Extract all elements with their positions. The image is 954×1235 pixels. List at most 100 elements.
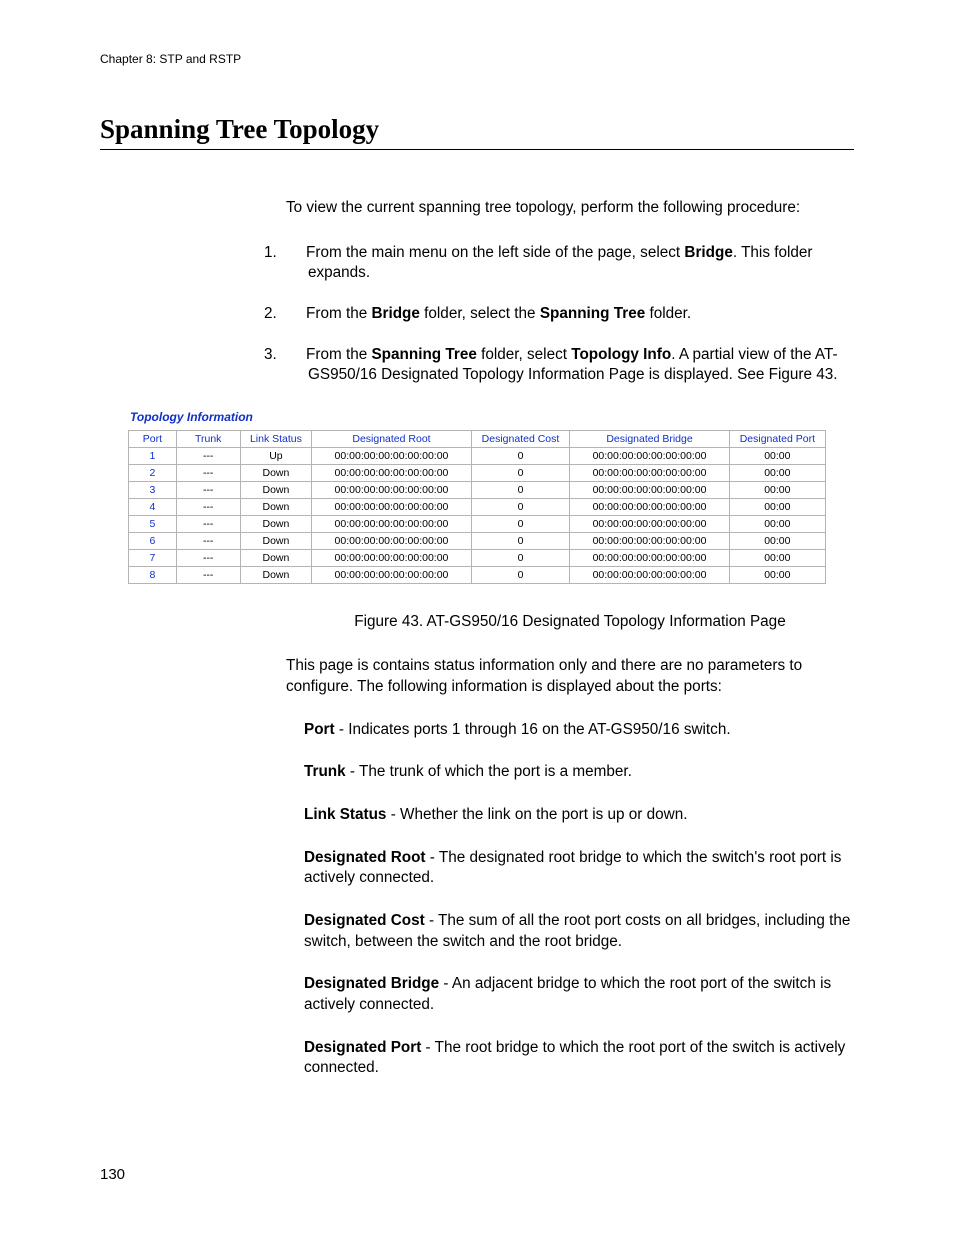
step-text: From the: [306, 346, 371, 363]
figure-caption: Figure 43. AT-GS950/16 Designated Topolo…: [286, 612, 854, 633]
cell-bridge: 00:00:00:00:00:00:00:00: [570, 464, 729, 481]
cell-cost: 0: [471, 549, 570, 566]
cell-trunk: ---: [176, 464, 240, 481]
cell-root: 00:00:00:00:00:00:00:00: [312, 464, 471, 481]
th-link: Link Status: [240, 430, 312, 447]
cell-port: 3: [129, 481, 177, 498]
th-dport: Designated Port: [729, 430, 825, 447]
step-text: folder, select: [477, 346, 571, 363]
th-port: Port: [129, 430, 177, 447]
step-text: From the main menu on the left side of t…: [306, 244, 684, 261]
desc-port: Port - Indicates ports 1 through 16 on t…: [286, 720, 854, 741]
desc-label: Link Status: [304, 806, 386, 823]
cell-bridge: 00:00:00:00:00:00:00:00: [570, 481, 729, 498]
cell-port: 4: [129, 498, 177, 515]
table-row: 7 --- Down 00:00:00:00:00:00:00:00 0 00:…: [129, 549, 826, 566]
cell-link: Down: [240, 515, 312, 532]
cell-bridge: 00:00:00:00:00:00:00:00: [570, 498, 729, 515]
step-bold: Spanning Tree: [540, 305, 645, 322]
figure-title: Topology Information: [128, 410, 826, 424]
step-2: 2.From the Bridge folder, select the Spa…: [286, 304, 854, 325]
cell-root: 00:00:00:00:00:00:00:00: [312, 447, 471, 464]
section-title: Spanning Tree Topology: [100, 114, 854, 150]
topology-table: Port Trunk Link Status Designated Root D…: [128, 430, 826, 584]
desc-text: - The trunk of which the port is a membe…: [346, 763, 632, 780]
cell-trunk: ---: [176, 447, 240, 464]
cell-cost: 0: [471, 464, 570, 481]
table-row: 4 --- Down 00:00:00:00:00:00:00:00 0 00:…: [129, 498, 826, 515]
table-row: 2 --- Down 00:00:00:00:00:00:00:00 0 00:…: [129, 464, 826, 481]
cell-trunk: ---: [176, 532, 240, 549]
desc-label: Port: [304, 721, 335, 738]
step-number: 1.: [286, 243, 306, 264]
cell-port: 8: [129, 566, 177, 583]
cell-cost: 0: [471, 566, 570, 583]
cell-bridge: 00:00:00:00:00:00:00:00: [570, 515, 729, 532]
desc-label: Designated Cost: [304, 912, 425, 929]
cell-dport: 00:00: [729, 498, 825, 515]
cell-port: 5: [129, 515, 177, 532]
cell-root: 00:00:00:00:00:00:00:00: [312, 566, 471, 583]
desc-label: Designated Bridge: [304, 975, 439, 992]
cell-trunk: ---: [176, 515, 240, 532]
intro-text: To view the current spanning tree topolo…: [286, 198, 854, 219]
table-row: 1 --- Up 00:00:00:00:00:00:00:00 0 00:00…: [129, 447, 826, 464]
desc-intro: This page is contains status information…: [286, 656, 854, 697]
cell-link: Down: [240, 532, 312, 549]
cell-dport: 00:00: [729, 447, 825, 464]
cell-trunk: ---: [176, 498, 240, 515]
step-bold: Bridge: [684, 244, 732, 261]
cell-root: 00:00:00:00:00:00:00:00: [312, 481, 471, 498]
cell-root: 00:00:00:00:00:00:00:00: [312, 549, 471, 566]
cell-root: 00:00:00:00:00:00:00:00: [312, 532, 471, 549]
cell-dport: 00:00: [729, 549, 825, 566]
cell-link: Down: [240, 566, 312, 583]
desc-link: Link Status - Whether the link on the po…: [286, 805, 854, 826]
page-number: 130: [100, 1166, 125, 1183]
desc-dport: Designated Port - The root bridge to whi…: [286, 1038, 854, 1079]
cell-link: Down: [240, 481, 312, 498]
table-header-row: Port Trunk Link Status Designated Root D…: [129, 430, 826, 447]
cell-trunk: ---: [176, 566, 240, 583]
cell-trunk: ---: [176, 549, 240, 566]
cell-dport: 00:00: [729, 532, 825, 549]
chapter-header: Chapter 8: STP and RSTP: [100, 52, 854, 66]
step-text: folder.: [645, 305, 691, 322]
cell-link: Down: [240, 464, 312, 481]
desc-bridge: Designated Bridge - An adjacent bridge t…: [286, 974, 854, 1015]
step-bold: Spanning Tree: [371, 346, 476, 363]
cell-port: 1: [129, 447, 177, 464]
cell-port: 6: [129, 532, 177, 549]
cell-trunk: ---: [176, 481, 240, 498]
step-3: 3.From the Spanning Tree folder, select …: [286, 345, 854, 386]
cell-dport: 00:00: [729, 464, 825, 481]
cell-bridge: 00:00:00:00:00:00:00:00: [570, 532, 729, 549]
cell-root: 00:00:00:00:00:00:00:00: [312, 515, 471, 532]
cell-cost: 0: [471, 532, 570, 549]
cell-dport: 00:00: [729, 515, 825, 532]
th-cost: Designated Cost: [471, 430, 570, 447]
topology-figure: Topology Information Port Trunk Link Sta…: [128, 410, 826, 584]
cell-link: Down: [240, 549, 312, 566]
desc-text: - Whether the link on the port is up or …: [386, 806, 687, 823]
desc-cost: Designated Cost - The sum of all the roo…: [286, 911, 854, 952]
cell-bridge: 00:00:00:00:00:00:00:00: [570, 447, 729, 464]
step-text: folder, select the: [420, 305, 540, 322]
cell-link: Up: [240, 447, 312, 464]
cell-dport: 00:00: [729, 481, 825, 498]
cell-link: Down: [240, 498, 312, 515]
desc-label: Designated Port: [304, 1039, 421, 1056]
table-row: 3 --- Down 00:00:00:00:00:00:00:00 0 00:…: [129, 481, 826, 498]
table-row: 5 --- Down 00:00:00:00:00:00:00:00 0 00:…: [129, 515, 826, 532]
cell-cost: 0: [471, 447, 570, 464]
cell-dport: 00:00: [729, 566, 825, 583]
cell-cost: 0: [471, 481, 570, 498]
cell-cost: 0: [471, 498, 570, 515]
desc-text: - Indicates ports 1 through 16 on the AT…: [335, 721, 731, 738]
th-root: Designated Root: [312, 430, 471, 447]
desc-root: Designated Root - The designated root br…: [286, 848, 854, 889]
cell-cost: 0: [471, 515, 570, 532]
table-row: 8 --- Down 00:00:00:00:00:00:00:00 0 00:…: [129, 566, 826, 583]
step-number: 2.: [286, 304, 306, 325]
cell-bridge: 00:00:00:00:00:00:00:00: [570, 549, 729, 566]
